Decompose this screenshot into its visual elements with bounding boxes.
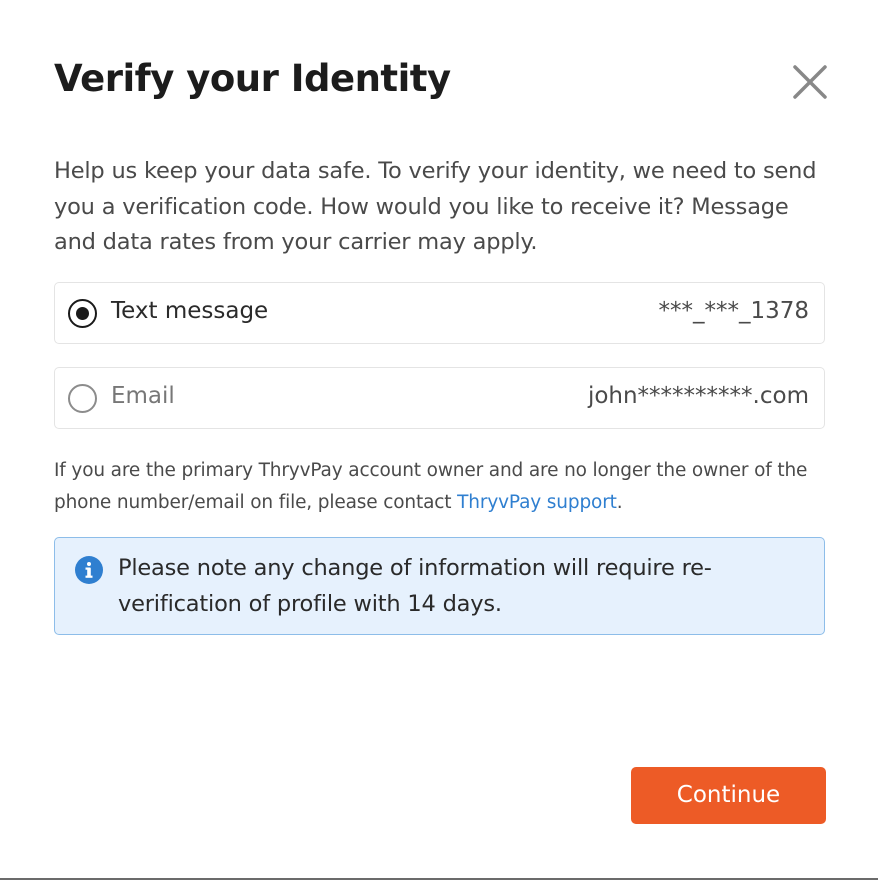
info-alert-text: Please note any change of information wi… [118,555,712,617]
close-button[interactable] [790,62,830,102]
option-text-message[interactable]: Text message ***_***_1378 [54,282,825,344]
notice-text: If you are the primary ThryvPay account … [54,460,808,513]
phone-number-value: ***_***_1378 [658,298,809,324]
intro-text: Help us keep your data safe. To verify y… [54,158,817,255]
option-email[interactable]: Email john**********.com [54,367,825,429]
email-value: john**********.com [587,383,809,409]
dialog-title: Verify your Identity [54,57,451,100]
info-icon [75,556,103,584]
verify-identity-dialog: Verify your Identity Help us keep your d… [0,0,878,880]
notice-suffix: . [616,492,623,513]
close-icon [793,65,827,99]
continue-button[interactable]: Continue [631,767,826,824]
email-radio[interactable] [68,384,97,413]
text-message-label: Text message [111,298,269,324]
email-label: Email [111,383,175,409]
account-owner-notice: If you are the primary ThryvPay account … [54,455,834,519]
info-alert: Please note any change of information wi… [54,537,825,635]
thryvpay-support-link[interactable]: ThryvPay support [457,492,617,513]
text-message-radio[interactable] [68,299,97,328]
